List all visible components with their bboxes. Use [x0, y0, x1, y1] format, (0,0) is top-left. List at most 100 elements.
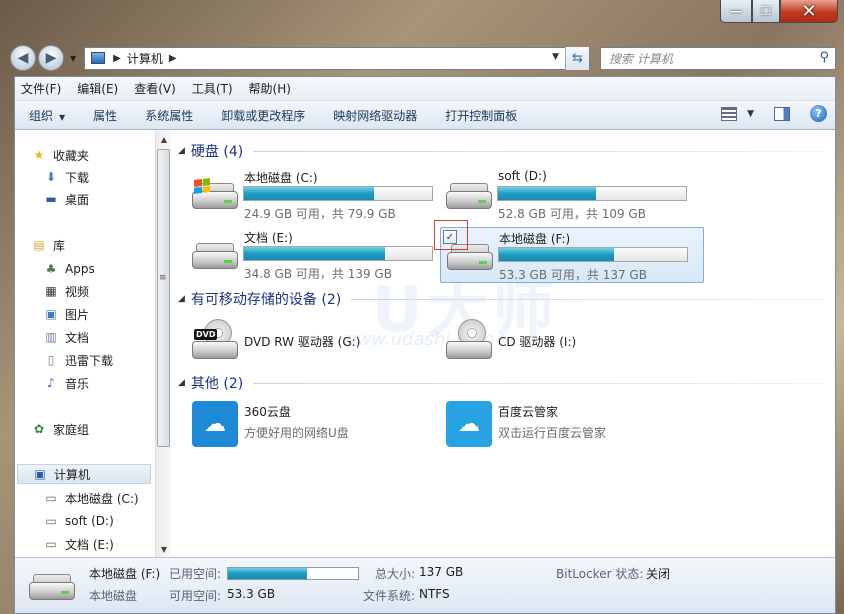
address-row: ◀ ▶ ▼ ▶ 计算机 ▶ ▼ ⇆ 搜索 计算机 ⚲: [10, 42, 836, 74]
group-removable[interactable]: ◢ 有可移动存储的设备 (2): [178, 289, 823, 309]
nav-documents[interactable]: ▥ 文档: [43, 327, 89, 347]
details-pane: 本地磁盘 (F:) 本地磁盘 已用空间: 可用空间: 53.3 GB 总大小: …: [15, 557, 835, 613]
view-dropdown-icon[interactable]: ▼: [747, 109, 754, 119]
breadcrumb-chevron-icon[interactable]: ▶: [169, 53, 177, 64]
nav-drive-e[interactable]: ▭ 文档 (E:): [43, 534, 114, 554]
drive-usage-bar: [243, 186, 433, 201]
windows-drive-icon: ▭: [45, 491, 57, 505]
document-icon: ▥: [45, 330, 57, 344]
nav-music-label: 音乐: [65, 376, 90, 391]
nav-drive-e-label: 文档 (E:): [65, 537, 114, 552]
menu-edit[interactable]: 编辑(E): [77, 80, 118, 97]
dvd-drive-tile[interactable]: DVD DVD RW 驱动器 (G:): [186, 317, 436, 373]
breadcrumb-chevron-icon[interactable]: ▶: [113, 53, 121, 64]
close-button[interactable]: ✕: [780, 0, 838, 23]
drive-icon: ▭: [45, 514, 57, 528]
drive-usage-bar: [498, 247, 688, 262]
drive-icon: [192, 241, 238, 271]
details-name: 本地磁盘 (F:): [89, 567, 161, 581]
nav-desktop[interactable]: ▬ 桌面: [43, 189, 89, 209]
scroll-down-arrow-icon[interactable]: ▼: [156, 541, 172, 557]
nav-scrollbar[interactable]: ▲ ≡ ▼: [155, 131, 171, 557]
preview-pane-icon[interactable]: [774, 106, 790, 121]
map-network-drive-button[interactable]: 映射网络驱动器: [333, 107, 417, 124]
device-name: CD 驱动器 (I:): [498, 335, 577, 349]
scroll-up-arrow-icon[interactable]: ▲: [156, 131, 172, 147]
refresh-button[interactable]: ⇆: [565, 46, 589, 70]
back-arrow-icon: ◀: [17, 50, 29, 66]
nav-videos[interactable]: ▦ 视频: [43, 281, 89, 301]
cloud-icon: ☁: [192, 401, 238, 447]
drive-tile-c[interactable]: 本地磁盘 (C:) 24.9 GB 可用，共 79.9 GB: [186, 167, 436, 223]
group-other[interactable]: ◢ 其他 (2): [178, 373, 823, 393]
back-button[interactable]: ◀: [10, 45, 36, 71]
system-properties-button[interactable]: 系统属性: [145, 107, 193, 124]
document-icon: ▯: [47, 353, 55, 367]
details-type: 本地磁盘: [89, 589, 138, 603]
drive-tile-f[interactable]: ✓ 本地磁盘 (F:) 53.3 GB 可用，共 137 GB: [440, 227, 704, 283]
forward-arrow-icon: ▶: [45, 50, 57, 66]
app-name: 360云盘: [244, 405, 291, 419]
app-tile-360[interactable]: ☁ 360云盘 方便好用的网络U盘: [186, 401, 436, 457]
forward-button[interactable]: ▶: [38, 45, 64, 71]
nav-music[interactable]: ♪ 音乐: [43, 373, 89, 393]
search-placeholder: 搜索 计算机: [609, 51, 673, 66]
nav-xunlei[interactable]: ▯ 迅雷下载: [43, 350, 113, 370]
menu-view[interactable]: 查看(V): [134, 80, 176, 97]
address-dropdown-icon[interactable]: ▼: [552, 52, 559, 62]
search-icon[interactable]: ⚲: [819, 50, 829, 65]
drive-free-info: 53.3 GB 可用，共 137 GB: [499, 268, 647, 282]
group-title: 硬盘 (4): [190, 144, 244, 160]
nav-libraries-label: 库: [53, 238, 66, 253]
nav-pictures[interactable]: ▣ 图片: [43, 304, 89, 324]
nav-drive-c[interactable]: ▭ 本地磁盘 (C:): [43, 488, 138, 508]
drive-usage-fill: [244, 187, 374, 200]
details-bitlocker-label: BitLocker 状态:: [556, 567, 644, 581]
cd-drive-icon: [446, 319, 492, 365]
menu-file[interactable]: 文件(F): [21, 80, 61, 97]
recent-pages-dropdown[interactable]: ▼: [70, 54, 76, 63]
nav-apps[interactable]: ♣ Apps: [43, 259, 95, 279]
nav-computer[interactable]: ▣ 计算机: [17, 464, 151, 484]
nav-downloads-label: 下载: [65, 170, 90, 185]
maximize-button[interactable]: ☐: [752, 0, 780, 23]
change-view-icon[interactable]: [721, 106, 738, 121]
menu-tools[interactable]: 工具(T): [192, 80, 233, 97]
nav-xunlei-label: 迅雷下载: [65, 353, 114, 368]
uninstall-button[interactable]: 卸载或更改程序: [221, 107, 305, 124]
film-icon: ▦: [45, 284, 57, 298]
details-fs-label: 文件系统:: [363, 589, 416, 603]
help-icon[interactable]: ?: [810, 105, 827, 122]
search-input[interactable]: 搜索 计算机 ⚲: [600, 46, 836, 70]
open-control-panel-button[interactable]: 打开控制面板: [445, 107, 517, 124]
collapse-chevron-icon[interactable]: ◢: [178, 378, 185, 388]
drive-tile-e[interactable]: 文档 (E:) 34.8 GB 可用，共 139 GB: [186, 227, 436, 283]
nav-desktop-label: 桌面: [65, 192, 90, 207]
nav-homegroup[interactable]: ✿ 家庭组: [31, 419, 89, 439]
breadcrumb-computer[interactable]: 计算机: [127, 50, 163, 67]
properties-button[interactable]: 属性: [93, 107, 117, 124]
address-bar[interactable]: ▶ 计算机 ▶ ▼ ⇆: [84, 46, 590, 70]
nav-libraries[interactable]: ▤ 库: [31, 235, 65, 255]
menu-help[interactable]: 帮助(H): [249, 80, 291, 97]
nav-favorites-label: 收藏夹: [53, 148, 90, 163]
drive-icon: ▭: [45, 537, 57, 551]
drive-usage-fill: [499, 248, 614, 261]
collapse-chevron-icon[interactable]: ◢: [178, 294, 185, 304]
baidu-cloud-icon: ☁: [446, 401, 492, 447]
organize-button[interactable]: 组织 ▼: [29, 107, 65, 124]
nav-downloads[interactable]: ⬇ 下载: [43, 167, 89, 187]
content-pane: U大师 www.udashi.com ◢ 硬盘 (4) 本地磁盘 (C:) 24…: [172, 131, 835, 557]
nav-favorites[interactable]: ★ 收藏夹: [31, 145, 89, 165]
collapse-chevron-icon[interactable]: ◢: [178, 146, 185, 156]
nav-homegroup-label: 家庭组: [53, 422, 90, 437]
cd-drive-tile[interactable]: CD 驱动器 (I:): [440, 317, 690, 373]
group-hard-disks[interactable]: ◢ 硬盘 (4): [178, 141, 823, 161]
drive-tile-d[interactable]: soft (D:) 52.8 GB 可用，共 109 GB: [440, 167, 690, 223]
scroll-thumb[interactable]: [157, 149, 170, 447]
minimize-button[interactable]: —: [720, 0, 752, 23]
nav-drive-d[interactable]: ▭ soft (D:): [43, 511, 113, 531]
library-icon: ▤: [33, 238, 45, 252]
app-tile-baidu[interactable]: ☁ 百度云管家 双击运行百度云管家: [440, 401, 690, 457]
group-title: 其他 (2): [190, 376, 244, 392]
